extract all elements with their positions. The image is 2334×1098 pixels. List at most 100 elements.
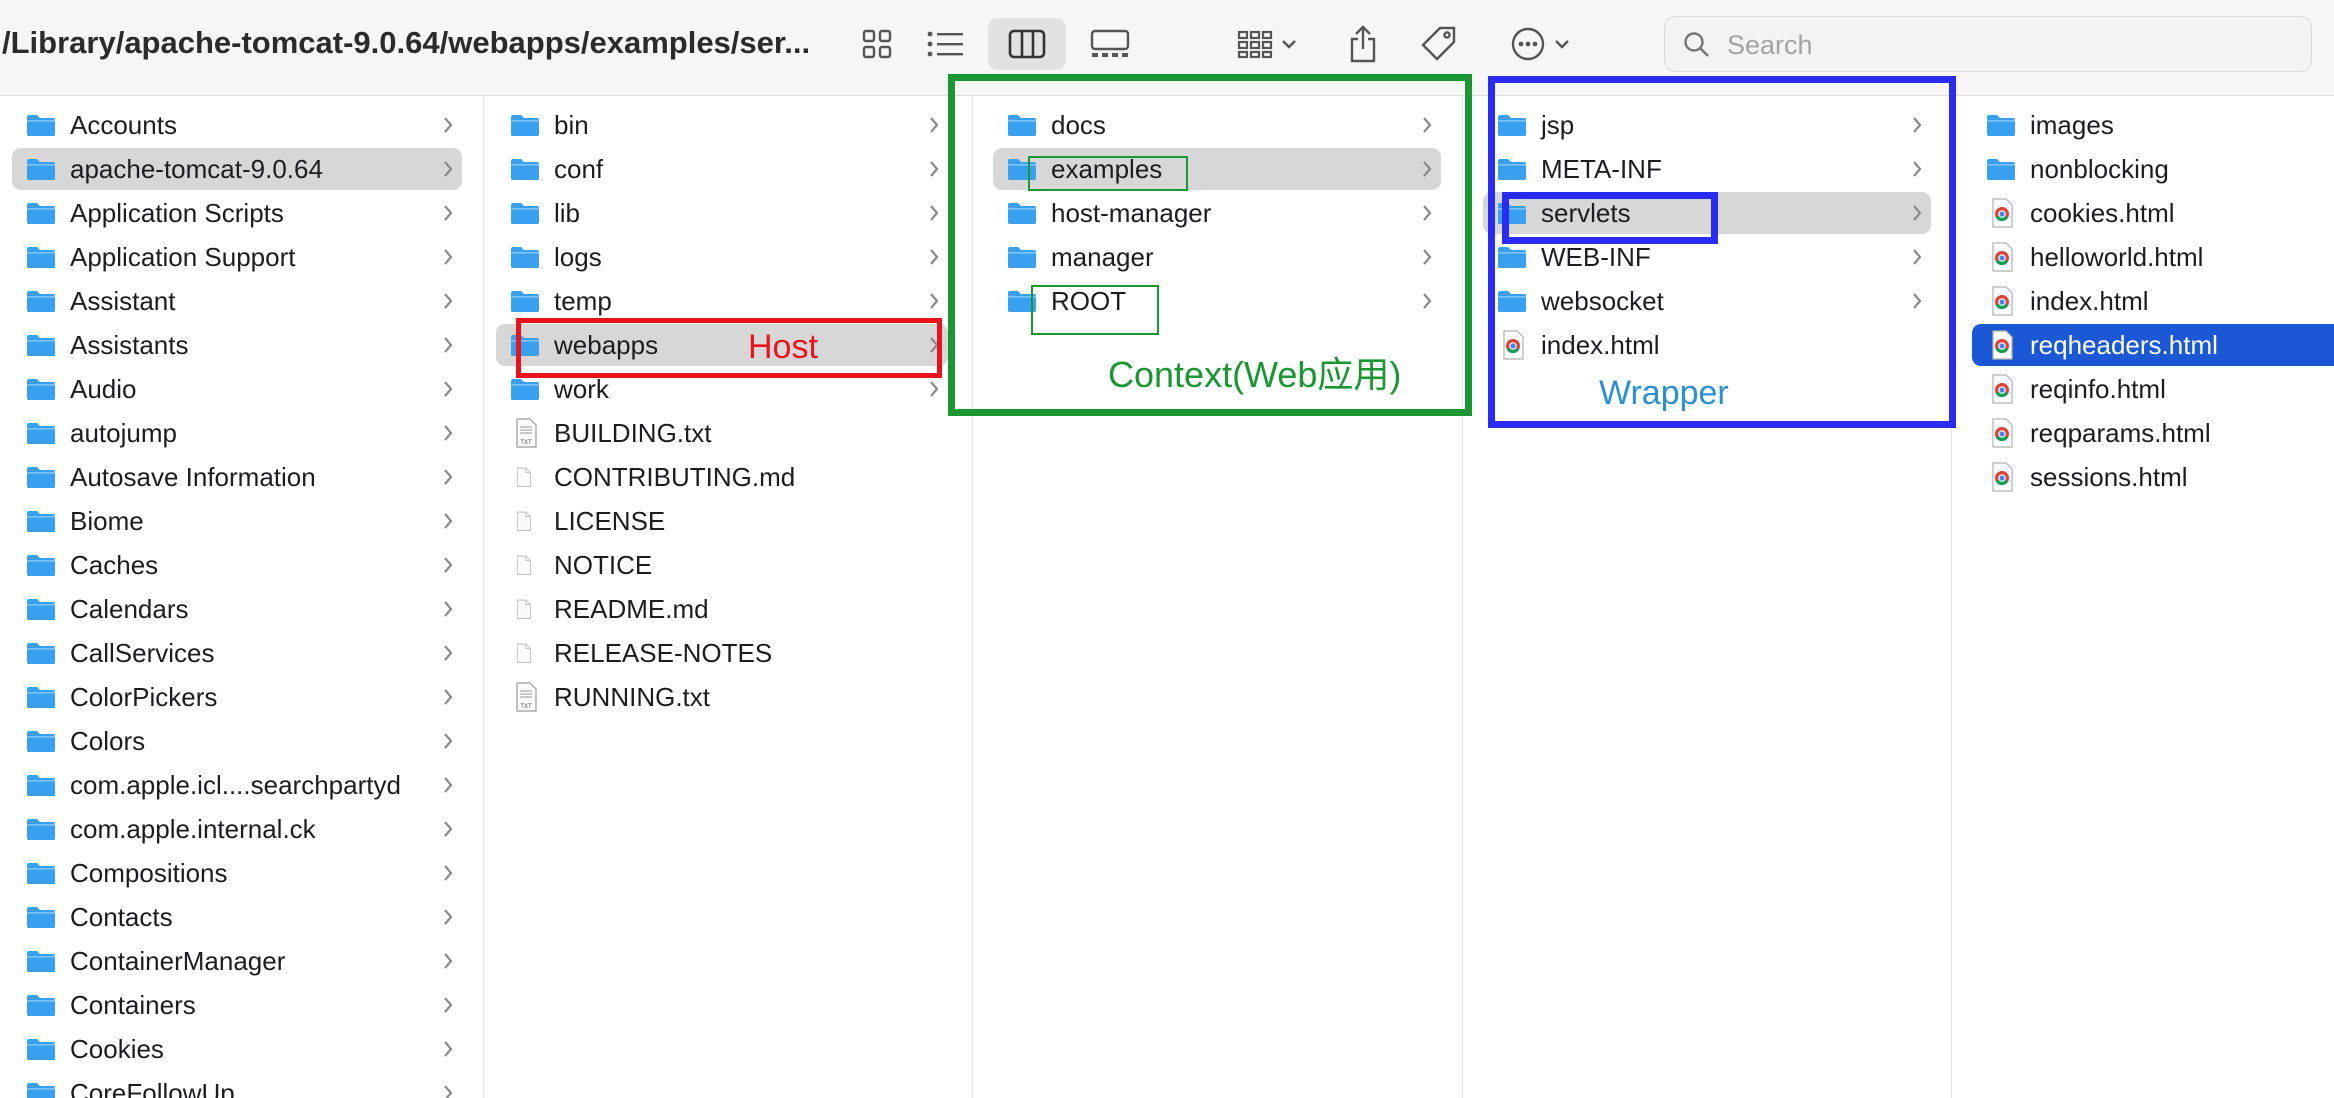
tag-button[interactable] (1414, 18, 1464, 70)
file-row[interactable]: logs (496, 236, 948, 278)
file-row[interactable]: com.apple.icl....searchpartyd (12, 764, 462, 806)
file-row[interactable]: Application Scripts (12, 192, 462, 234)
file-row[interactable]: README.md (496, 588, 948, 630)
file-row[interactable]: index.html (1972, 280, 2334, 322)
text-file-icon: TXT (516, 418, 537, 448)
file-row[interactable]: Calendars (12, 588, 462, 630)
column-webapps[interactable]: docs examples host-manager manager ROOT (973, 96, 1463, 1098)
file-row[interactable]: autojump (12, 412, 462, 454)
column-view-button[interactable] (988, 18, 1066, 70)
group-button[interactable] (1228, 18, 1306, 70)
file-row[interactable]: Audio (12, 368, 462, 410)
file-row[interactable]: temp (496, 280, 948, 322)
file-row[interactable]: TXT RUNNING.txt (496, 676, 948, 718)
file-row[interactable]: LICENSE (496, 500, 948, 542)
chevron-down-icon (1555, 40, 1569, 49)
file-name: Contacts (70, 901, 173, 932)
chevron-right-icon (444, 337, 453, 353)
file-row[interactable]: images (1972, 104, 2334, 146)
chevron-right-icon (1423, 161, 1432, 177)
file-row[interactable]: reqparams.html (1972, 412, 2334, 454)
file-name: CONTRIBUTING.md (554, 461, 796, 492)
folder-icon (27, 599, 55, 620)
file-row[interactable]: Assistant (12, 280, 462, 322)
file-row[interactable]: jsp (1483, 104, 1931, 146)
group-icon (1237, 30, 1273, 59)
file-row[interactable]: NOTICE (496, 544, 948, 586)
column-examples[interactable]: jsp META-INF servlets WEB-INF websocket index… (1463, 96, 1952, 1098)
chevron-right-icon (444, 161, 453, 177)
file-row[interactable]: webapps (496, 324, 948, 366)
file-row[interactable]: TXT BUILDING.txt (496, 412, 948, 454)
file-row[interactable]: Cookies (12, 1028, 462, 1070)
file-row[interactable]: reqinfo.html (1972, 368, 2334, 410)
column-library[interactable]: Accounts apache-tomcat-9.0.64 Application … (0, 96, 484, 1098)
folder-icon (27, 907, 55, 928)
file-row[interactable]: RELEASE-NOTES (496, 632, 948, 674)
folder-icon (1008, 159, 1036, 180)
file-row[interactable]: CallServices (12, 632, 462, 674)
file-row[interactable]: Containers (12, 984, 462, 1026)
file-row[interactable]: helloworld.html (1972, 236, 2334, 278)
file-name: index.html (1541, 329, 1660, 360)
chevron-right-icon (930, 205, 939, 221)
file-row[interactable]: CONTRIBUTING.md (496, 456, 948, 498)
chevron-right-icon (444, 997, 453, 1013)
search-field[interactable] (1664, 16, 2312, 72)
file-row[interactable]: bin (496, 104, 948, 146)
file-row[interactable]: ContainerManager (12, 940, 462, 982)
file-row[interactable]: host-manager (993, 192, 1441, 234)
file-row[interactable]: Colors (12, 720, 462, 762)
folder-icon (511, 379, 539, 400)
file-row[interactable]: Accounts (12, 104, 462, 146)
search-input[interactable] (1725, 25, 2289, 65)
file-row[interactable]: manager (993, 236, 1441, 278)
file-row[interactable]: Biome (12, 500, 462, 542)
file-row[interactable]: sessions.html (1972, 456, 2334, 498)
file-row[interactable]: lib (496, 192, 948, 234)
file-row[interactable]: work (496, 368, 948, 410)
file-row[interactable]: Contacts (12, 896, 462, 938)
file-row[interactable]: ColorPickers (12, 676, 462, 718)
file-row[interactable]: websocket (1483, 280, 1931, 322)
file-row[interactable]: Autosave Information (12, 456, 462, 498)
file-row[interactable]: servlets (1483, 192, 1931, 234)
file-row[interactable]: Application Support (12, 236, 462, 278)
more-actions-button[interactable] (1502, 18, 1578, 70)
file-row[interactable]: docs (993, 104, 1441, 146)
chrome-html-icon (1992, 374, 2013, 404)
file-row[interactable]: CoreFollowUp (12, 1072, 462, 1098)
file-row[interactable]: nonblocking (1972, 148, 2334, 190)
file-row[interactable]: Compositions (12, 852, 462, 894)
chevron-right-icon (444, 425, 453, 441)
file-name: CoreFollowUp (70, 1077, 235, 1098)
file-row[interactable]: conf (496, 148, 948, 190)
list-view-button[interactable] (920, 18, 970, 70)
file-row[interactable]: com.apple.internal.ck (12, 808, 462, 850)
file-name: com.apple.internal.ck (70, 813, 316, 844)
file-row[interactable]: Caches (12, 544, 462, 586)
file-row[interactable]: META-INF (1483, 148, 1931, 190)
grid-view-button[interactable] (852, 18, 902, 70)
file-row[interactable]: ROOT (993, 280, 1441, 322)
share-button[interactable] (1340, 18, 1386, 70)
folder-icon (1987, 159, 2015, 180)
file-row[interactable]: cookies.html (1972, 192, 2334, 234)
chrome-html-icon (1992, 330, 2013, 360)
file-name: apache-tomcat-9.0.64 (70, 153, 323, 184)
file-row[interactable]: Assistants (12, 324, 462, 366)
column-servlets[interactable]: images nonblocking cookies.html helloworld.… (1952, 96, 2334, 1098)
file-name: Assistant (70, 285, 176, 316)
file-row[interactable]: index.html (1483, 324, 1931, 366)
file-row[interactable]: reqheaders.html (1972, 324, 2334, 366)
file-name: README.md (554, 593, 709, 624)
file-row[interactable]: apache-tomcat-9.0.64 (12, 148, 462, 190)
file-name: Audio (70, 373, 137, 404)
file-row[interactable]: WEB-INF (1483, 236, 1931, 278)
file-row[interactable]: examples (993, 148, 1441, 190)
chevron-right-icon (444, 909, 453, 925)
gallery-view-button[interactable] (1080, 18, 1140, 70)
file-name: bin (554, 109, 589, 140)
chevron-right-icon (444, 117, 453, 133)
column-tomcat[interactable]: bin conf lib logs temp webapps work TXT BUILDING… (484, 96, 973, 1098)
